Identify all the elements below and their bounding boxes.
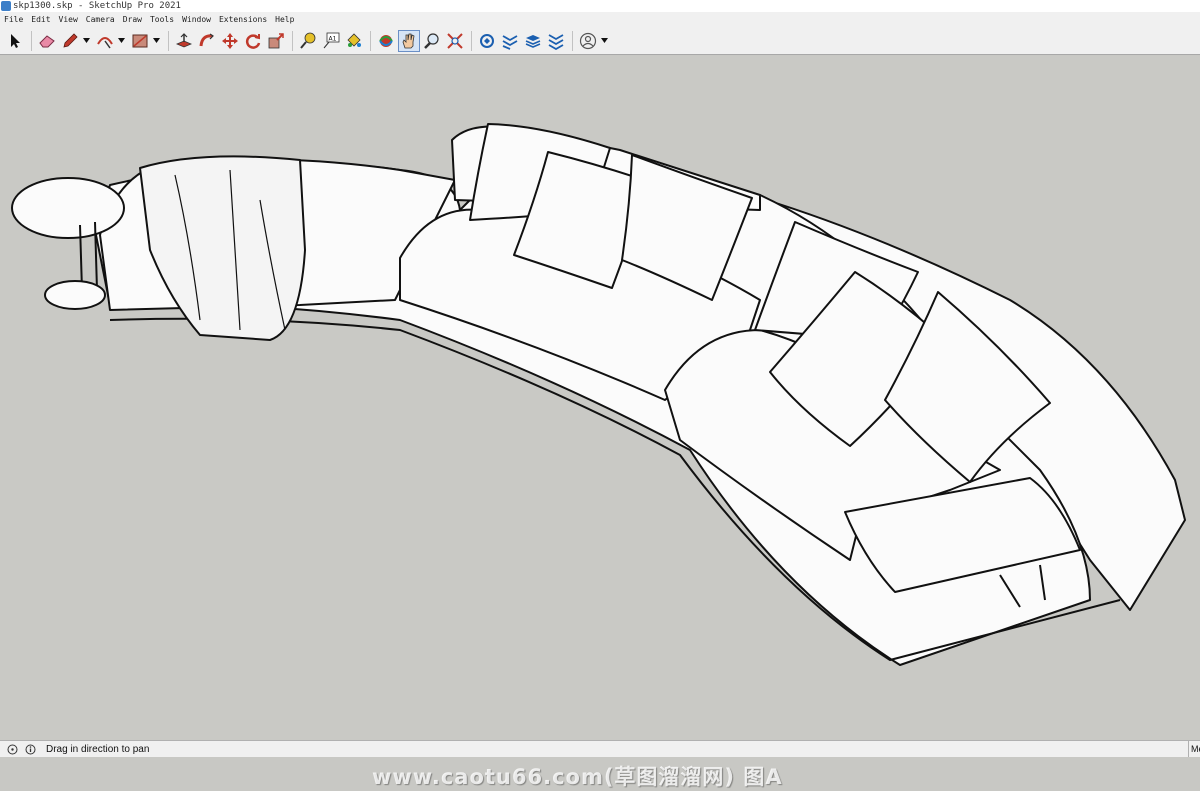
toolbar-divider bbox=[168, 30, 169, 51]
text-tool-button[interactable]: A1 bbox=[320, 30, 342, 52]
menu-camera[interactable]: Camera bbox=[86, 15, 115, 24]
extension-manager-tool-button[interactable] bbox=[545, 30, 567, 52]
eraser-icon bbox=[39, 34, 55, 47]
account-tool-button[interactable] bbox=[577, 30, 599, 52]
paint-bucket-tool-button[interactable] bbox=[343, 30, 365, 52]
main-toolbar: A1 bbox=[0, 27, 1200, 55]
zoom-extents-tool-button[interactable] bbox=[444, 30, 466, 52]
watermark-text: www.caotu66.com(草图溜溜网) 图A bbox=[372, 765, 783, 789]
extension-warehouse-icon bbox=[502, 34, 518, 50]
status-bar: Drag in direction to pan Me bbox=[0, 740, 1200, 757]
paint-bucket-icon bbox=[347, 32, 361, 47]
text-icon: A1 bbox=[323, 32, 340, 48]
window-title: skp1300.skp - SketchUp Pro 2021 bbox=[13, 1, 181, 11]
arc-tool-button[interactable] bbox=[94, 30, 116, 52]
rotate-icon bbox=[245, 33, 261, 49]
left-side-table-base bbox=[44, 280, 106, 310]
menu-edit[interactable]: Edit bbox=[31, 15, 50, 24]
toolbar-divider bbox=[292, 30, 293, 51]
layers-icon bbox=[525, 34, 541, 48]
chevron-down-icon bbox=[152, 38, 160, 43]
account-dropdown[interactable] bbox=[600, 30, 608, 52]
menu-draw[interactable]: Draw bbox=[123, 15, 142, 24]
menu-bar: File Edit View Camera Draw Tools Window … bbox=[0, 12, 1200, 27]
menu-window[interactable]: Window bbox=[182, 15, 211, 24]
arrow-cursor-icon bbox=[11, 33, 20, 48]
left-side-table-top bbox=[11, 177, 125, 239]
chevron-down-icon bbox=[117, 38, 125, 43]
menu-tools[interactable]: Tools bbox=[150, 15, 174, 24]
arc-tool-dropdown[interactable] bbox=[117, 30, 125, 52]
push-pull-tool-button[interactable] bbox=[173, 30, 195, 52]
toolbar-divider bbox=[31, 30, 32, 51]
push-pull-icon bbox=[175, 32, 193, 47]
toolbar-divider bbox=[370, 30, 371, 51]
sketchup-logo-icon bbox=[1, 1, 11, 11]
zoom-extents-icon bbox=[447, 32, 463, 49]
measurements-box[interactable]: Me bbox=[1188, 741, 1200, 757]
eraser-tool-button[interactable] bbox=[36, 30, 58, 52]
tape-measure-icon bbox=[300, 32, 316, 49]
move-icon bbox=[222, 32, 238, 49]
title-bar: skp1300.skp - SketchUp Pro 2021 bbox=[0, 0, 1200, 12]
move-tool-button[interactable] bbox=[219, 30, 241, 52]
scale-icon bbox=[268, 32, 284, 48]
user-circle-icon bbox=[579, 32, 597, 49]
follow-me-tool-button[interactable] bbox=[196, 30, 218, 52]
layers-tool-button[interactable] bbox=[522, 30, 544, 52]
warehouse-icon bbox=[480, 33, 494, 48]
orbit-icon bbox=[379, 34, 393, 47]
toolbar-divider bbox=[471, 30, 472, 51]
pan-tool-button[interactable] bbox=[398, 29, 420, 52]
line-tool-dropdown[interactable] bbox=[82, 30, 90, 52]
zoom-tool-button[interactable] bbox=[421, 30, 443, 52]
rectangle-icon bbox=[132, 34, 148, 47]
model-viewport[interactable]: www.caotu66.com(草图溜溜网) 图A bbox=[0, 56, 1200, 789]
pencil-icon bbox=[63, 32, 78, 48]
info-icon[interactable] bbox=[24, 743, 36, 755]
menu-file[interactable]: File bbox=[4, 15, 23, 24]
line-tool-button[interactable] bbox=[59, 30, 81, 52]
chevron-down-icon bbox=[600, 38, 608, 43]
toolbar-divider bbox=[572, 30, 573, 51]
hand-icon bbox=[402, 33, 415, 48]
throw-blanket bbox=[139, 155, 306, 341]
warehouse-tool-button[interactable] bbox=[476, 30, 498, 52]
menu-view[interactable]: View bbox=[59, 15, 78, 24]
orbit-tool-button[interactable] bbox=[375, 30, 397, 52]
geolocation-icon[interactable] bbox=[6, 743, 18, 755]
status-message: Drag in direction to pan bbox=[46, 743, 150, 755]
chevron-down-icon bbox=[82, 38, 90, 43]
arc-icon bbox=[97, 36, 113, 48]
scale-tool-button[interactable] bbox=[265, 30, 287, 52]
sofa-model-drawing bbox=[11, 123, 1186, 666]
rectangle-tool-button[interactable] bbox=[129, 30, 151, 52]
magnifier-icon bbox=[424, 32, 439, 49]
extension-manager-icon bbox=[548, 33, 564, 50]
select-tool-button[interactable] bbox=[4, 30, 26, 52]
svg-text:A1: A1 bbox=[329, 35, 337, 42]
follow-me-icon bbox=[199, 33, 214, 46]
menu-extensions[interactable]: Extensions bbox=[219, 15, 267, 24]
rectangle-tool-dropdown[interactable] bbox=[152, 30, 160, 52]
extension-warehouse-tool-button[interactable] bbox=[499, 30, 521, 52]
tape-measure-tool-button[interactable] bbox=[297, 30, 319, 52]
rotate-tool-button[interactable] bbox=[242, 30, 264, 52]
menu-help[interactable]: Help bbox=[275, 15, 294, 24]
